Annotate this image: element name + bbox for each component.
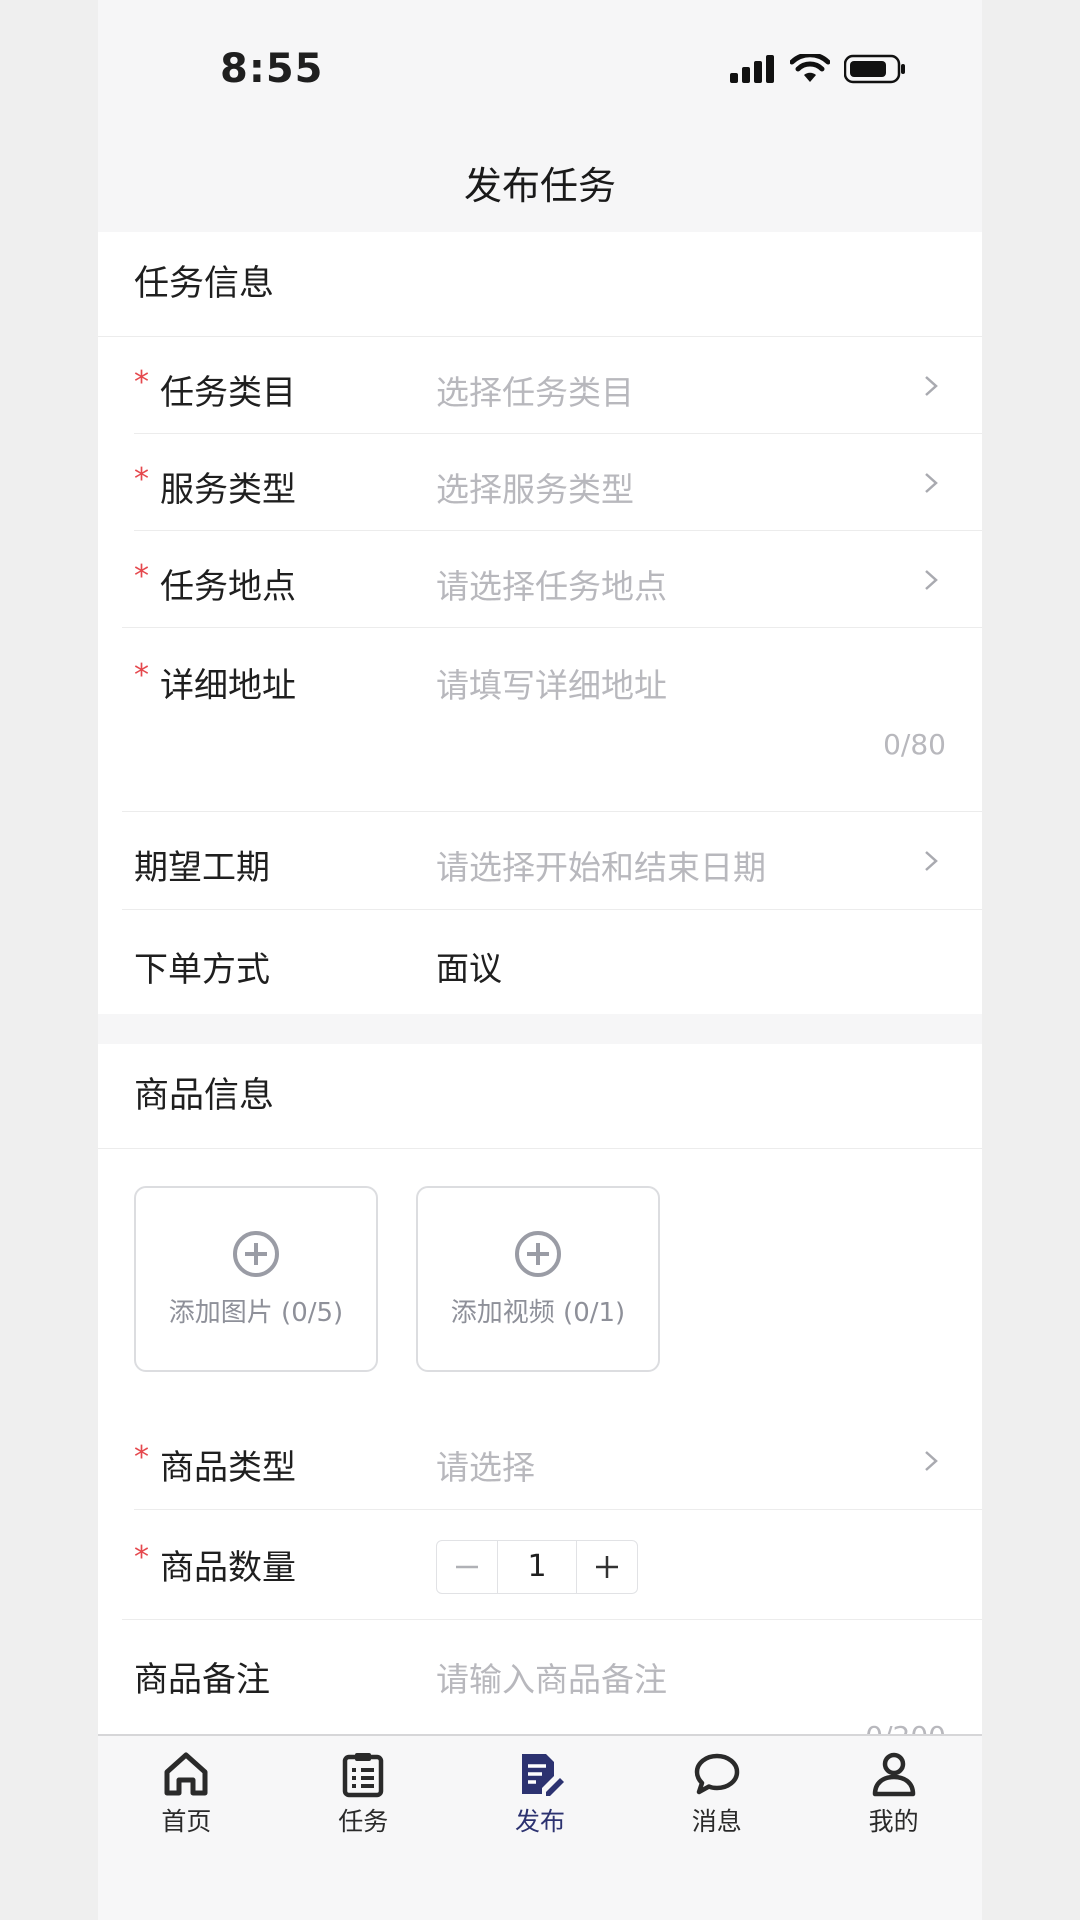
order-method-label: 下单方式 — [134, 950, 270, 990]
service-type-label: 服务类型 — [160, 470, 296, 510]
increment-button[interactable] — [577, 1541, 637, 1593]
clipboard-icon — [342, 1753, 384, 1798]
expected-period-label: 期望工期 — [134, 848, 270, 888]
quantity-value[interactable]: 1 — [497, 1541, 577, 1593]
add-video-button[interactable]: 添加视频 (0/1) — [416, 1186, 660, 1372]
chevron-right-icon — [925, 1451, 938, 1471]
task-category-label: 任务类目 — [160, 373, 296, 413]
row-goods-type[interactable]: * 商品类型 请选择 — [134, 1410, 982, 1510]
status-bar: 8:55 — [98, 0, 982, 140]
plus-circle-icon — [515, 1230, 561, 1277]
goods-note-input[interactable]: 请输入商品备注 — [436, 1653, 667, 1701]
goods-type-label: 商品类型 — [160, 1448, 296, 1488]
background-left — [0, 0, 98, 1920]
battery-icon — [844, 54, 905, 84]
add-video-label: 添加视频 (0/1) — [450, 1297, 626, 1328]
required-star: * — [134, 1540, 149, 1575]
goods-note-label: 商品备注 — [134, 1660, 270, 1700]
detail-address-input[interactable]: 请填写详细地址 — [436, 659, 667, 707]
row-goods-note[interactable]: 商品备注 请输入商品备注 0/200 — [134, 1620, 982, 1753]
tab-publish-label: 发布 — [514, 1807, 565, 1836]
row-task-location[interactable]: * 任务地点 请选择任务地点 — [122, 531, 982, 628]
goods-quantity-label: 商品数量 — [160, 1548, 296, 1588]
task-category-placeholder: 选择任务类目 — [436, 373, 634, 412]
add-image-label: 添加图片 (0/5) — [168, 1297, 344, 1328]
decrement-button[interactable] — [437, 1541, 497, 1593]
row-order-method: 下单方式 面议 — [134, 910, 982, 1010]
row-detail-address[interactable]: * 详细地址 请填写详细地址 0/80 — [122, 628, 982, 812]
task-location-placeholder: 请选择任务地点 — [436, 567, 667, 606]
tab-publish[interactable]: 发布 — [452, 1736, 629, 1920]
chevron-right-icon — [925, 851, 938, 871]
required-star: * — [134, 559, 149, 594]
detail-address-counter: 0/80 — [883, 728, 946, 761]
row-expected-period[interactable]: 期望工期 请选择开始和结束日期 — [122, 812, 982, 910]
tab-mine-label: 我的 — [868, 1807, 919, 1836]
signal-icon — [730, 55, 774, 83]
detail-address-label: 详细地址 — [160, 666, 296, 706]
upload-area: 添加图片 (0/5) 添加视频 (0/1) — [134, 1186, 660, 1372]
plus-circle-icon — [233, 1230, 279, 1277]
plus-icon — [596, 1556, 618, 1578]
row-task-category[interactable]: * 任务类目 选择任务类目 — [134, 337, 982, 434]
wifi-icon — [790, 54, 830, 82]
row-service-type[interactable]: * 服务类型 选择服务类型 — [134, 434, 982, 531]
tab-tasks-label: 任务 — [338, 1807, 389, 1836]
service-type-placeholder: 选择服务类型 — [436, 470, 634, 509]
chat-bubble-icon — [694, 1753, 740, 1795]
required-star: * — [134, 365, 149, 400]
task-info-card: 任务信息 * 任务类目 选择任务类目 * 服务类型 选择服务类型 * 任务地点 … — [98, 232, 982, 1014]
tab-home[interactable]: 首页 — [98, 1736, 275, 1920]
tab-bar: 首页 任务 发布 消息 我的 — [98, 1734, 982, 1920]
chevron-right-icon — [925, 473, 938, 493]
user-icon — [872, 1752, 915, 1797]
phone-screen: 8:55 发布任务 任务信息 * 任务类目 选择任务类目 * 服务类型 选择服务… — [98, 0, 982, 1920]
tab-messages-label: 消息 — [691, 1807, 742, 1836]
task-location-label: 任务地点 — [160, 567, 296, 607]
tab-tasks[interactable]: 任务 — [275, 1736, 452, 1920]
page-title: 发布任务 — [463, 164, 616, 208]
nav-bar: 发布任务 — [98, 140, 982, 232]
home-icon — [164, 1752, 208, 1796]
tab-home-label: 首页 — [161, 1807, 212, 1836]
status-time: 8:55 — [220, 46, 324, 92]
quantity-stepper: 1 — [436, 1540, 638, 1594]
tab-mine[interactable]: 我的 — [805, 1736, 982, 1920]
required-star: * — [134, 462, 149, 497]
add-image-button[interactable]: 添加图片 (0/5) — [134, 1186, 378, 1372]
tab-messages[interactable]: 消息 — [628, 1736, 805, 1920]
goods-info-title: 商品信息 — [98, 1044, 982, 1149]
goods-type-placeholder: 请选择 — [436, 1448, 535, 1487]
required-star: * — [134, 1440, 149, 1475]
goods-info-card: 商品信息 添加图片 (0/5) 添加视频 (0/1) * 商品类型 请选择 * … — [98, 1044, 982, 1753]
chevron-right-icon — [925, 376, 938, 396]
minus-icon — [456, 1565, 478, 1569]
required-star: * — [134, 658, 149, 693]
chevron-right-icon — [925, 570, 938, 590]
row-goods-quantity: * 商品数量 1 — [122, 1510, 982, 1620]
background-right — [982, 0, 1080, 1920]
expected-period-placeholder: 请选择开始和结束日期 — [436, 848, 766, 887]
status-icons — [730, 54, 906, 84]
edit-document-icon — [521, 1754, 564, 1796]
task-info-title: 任务信息 — [98, 232, 982, 337]
order-method-value: 面议 — [436, 949, 502, 988]
